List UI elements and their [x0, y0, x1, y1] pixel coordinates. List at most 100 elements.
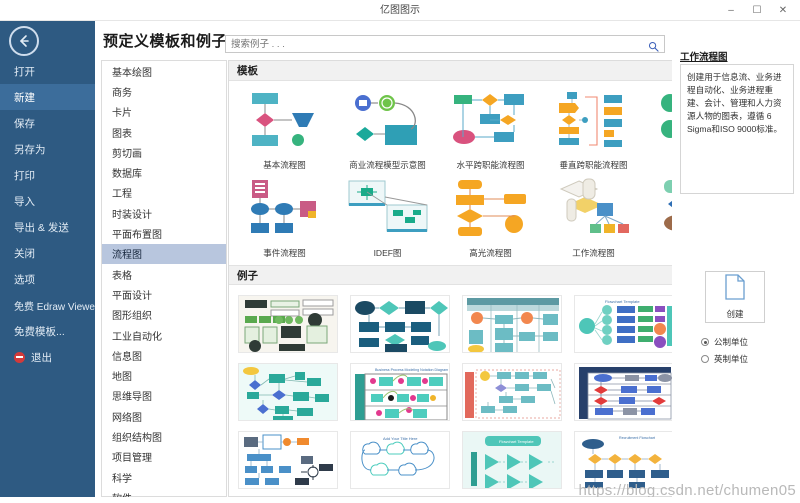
category-item-map[interactable]: 地图	[102, 365, 226, 385]
details-panel: 工作流程图 创建用于信息流、业务进程自动化、业务进程重建、会计、管理和人力资源人…	[672, 21, 800, 503]
create-button-label: 创建	[726, 308, 743, 320]
sidebar-item-free-viewer[interactable]: 免费 Edraw Viewer	[0, 292, 95, 318]
example-card[interactable]: Add Your Title Here	[348, 429, 452, 491]
template-label: 水平跨职能流程图	[456, 159, 524, 171]
sidebar-item-open[interactable]: 打开	[0, 58, 95, 84]
category-label: 卡片	[112, 104, 132, 119]
search-input[interactable]	[231, 36, 641, 52]
example-5-thumb	[238, 363, 338, 421]
category-item-org-chart[interactable]: 组织结构图	[102, 426, 226, 446]
category-label: 网络图	[112, 409, 142, 424]
category-label: 平面布置图	[112, 226, 162, 241]
template-label: 垂直跨职能流程图	[559, 159, 627, 171]
category-label: 基本绘图	[112, 64, 152, 79]
horizontal-cross-functional-thumb	[443, 87, 539, 155]
sidebar-item-save[interactable]: 保存	[0, 110, 95, 136]
category-item-project-management[interactable]: 项目管理	[102, 447, 226, 467]
sidebar-item-label: 打开	[14, 64, 35, 79]
category-item-mind-map[interactable]: 思维导图	[102, 386, 226, 406]
template-card-bpmn[interactable]: 商业流程模型示意图	[336, 87, 439, 171]
category-label: 流程图	[112, 246, 142, 261]
edraw-backstage-window: 亿图图示 – ☐ ✕ 打开 新建 保存 另存为 打印 导入 导出 & 发送 关闭…	[0, 0, 800, 503]
example-card[interactable]: Flowchart Template	[460, 429, 564, 491]
sidebar-item-import[interactable]: 导入	[0, 188, 95, 214]
sidebar-item-label: 打印	[14, 168, 35, 183]
category-item-form[interactable]: 表格	[102, 264, 226, 284]
template-card-workflow[interactable]: 工作流程图	[542, 175, 645, 259]
example-card[interactable]: Flowchart Template	[572, 293, 676, 355]
radio-imperial-units[interactable]: 英制单位	[701, 353, 748, 365]
category-label: 项目管理	[112, 449, 152, 464]
template-card-event-flowchart[interactable]: 事件流程图	[233, 175, 336, 259]
minimize-button[interactable]: –	[718, 1, 744, 20]
sidebar-item-print[interactable]: 打印	[0, 162, 95, 188]
backstage-sidebar: 打开 新建 保存 另存为 打印 导入 导出 & 发送 关闭 选项 免费 Edra…	[0, 21, 95, 503]
category-item-infographic[interactable]: 信息图	[102, 345, 226, 365]
template-label: 商业流程模型示意图	[349, 159, 426, 171]
category-item-floor-plan[interactable]: 平面布置图	[102, 223, 226, 243]
template-card-horizontal-cross-functional[interactable]: 水平跨职能流程图	[439, 87, 542, 171]
template-card-highlight-flowchart[interactable]: 高光流程图	[439, 175, 542, 259]
sidebar-item-label: 关闭	[14, 246, 35, 261]
category-label: 时装设计	[112, 206, 152, 221]
category-item-card[interactable]: 卡片	[102, 102, 226, 122]
example-1-thumb	[238, 295, 338, 353]
sidebar-item-options[interactable]: 选项	[0, 266, 95, 292]
example-card[interactable]	[236, 293, 340, 355]
example-12-thumb: Recruitment Flowchart	[574, 431, 674, 489]
sidebar-item-label: 导入	[14, 194, 35, 209]
example-card[interactable]: Recruitment Flowchart	[572, 429, 676, 491]
sidebar-item-close[interactable]: 关闭	[0, 240, 95, 266]
sidebar-item-export-send[interactable]: 导出 & 发送	[0, 214, 95, 240]
template-card-idef[interactable]: IDEF图	[336, 175, 439, 259]
template-card-basic-flowchart[interactable]: 基本流程图	[233, 87, 336, 171]
template-label: 高光流程图	[469, 247, 512, 259]
maximize-button[interactable]: ☐	[744, 1, 770, 20]
category-label: 工业自动化	[112, 328, 162, 343]
svg-text:Recruitment Flowchart: Recruitment Flowchart	[619, 436, 655, 440]
category-item-network-diagram[interactable]: 网络图	[102, 406, 226, 426]
category-label: 表格	[112, 267, 132, 282]
example-3-thumb	[462, 295, 562, 353]
search-icon[interactable]	[648, 39, 659, 57]
selected-template-title: 工作流程图	[680, 49, 728, 63]
svg-text:Business Process Modeling Nota: Business Process Modeling Notation Diagr…	[375, 368, 448, 372]
close-button[interactable]: ✕	[770, 1, 796, 20]
category-item-industrial-automation[interactable]: 工业自动化	[102, 325, 226, 345]
category-item-clipart[interactable]: 剪切画	[102, 142, 226, 162]
sidebar-item-new[interactable]: 新建	[0, 84, 95, 110]
category-item-business[interactable]: 商务	[102, 81, 226, 101]
template-card-vertical-cross-functional[interactable]: 垂直跨职能流程图	[542, 87, 645, 171]
example-card[interactable]	[236, 429, 340, 491]
example-6-thumb: Business Process Modeling Notation Diagr…	[350, 363, 450, 421]
category-item-graphic-organizer[interactable]: 图形组织	[102, 305, 226, 325]
search-box[interactable]	[225, 35, 665, 53]
new-document-icon	[724, 274, 746, 305]
category-item-database[interactable]: 数据库	[102, 162, 226, 182]
example-card[interactable]: Business Process Modeling Notation Diagr…	[348, 361, 452, 423]
category-item-graphic-design[interactable]: 平面设计	[102, 284, 226, 304]
radio-metric-units[interactable]: 公制单位	[701, 336, 748, 348]
category-item-science[interactable]: 科学	[102, 467, 226, 487]
example-card[interactable]	[236, 361, 340, 423]
sidebar-item-free-templates[interactable]: 免费模板...	[0, 318, 95, 344]
example-card[interactable]	[460, 361, 564, 423]
sidebar-item-save-as[interactable]: 另存为	[0, 136, 95, 162]
category-item-flowchart[interactable]: 流程图	[102, 244, 226, 264]
bottom-strip	[0, 497, 800, 503]
template-label: 基本流程图	[263, 159, 306, 171]
category-list[interactable]: 基本绘图 商务 卡片 图表 剪切画 数据库 工程 时装设计 平面布置图 流程图 …	[101, 60, 227, 497]
category-item-basic-drawing[interactable]: 基本绘图	[102, 61, 226, 81]
example-card[interactable]	[348, 293, 452, 355]
create-button[interactable]: 创建	[705, 271, 765, 323]
example-card[interactable]	[572, 361, 676, 423]
category-item-chart[interactable]: 图表	[102, 122, 226, 142]
example-card[interactable]	[460, 293, 564, 355]
radio-label: 公制单位	[714, 336, 748, 348]
category-label: 商务	[112, 84, 132, 99]
category-item-fashion-design[interactable]: 时装设计	[102, 203, 226, 223]
category-item-engineering[interactable]: 工程	[102, 183, 226, 203]
sidebar-item-exit[interactable]: 退出	[0, 344, 95, 370]
sidebar-item-label: 导出 & 发送	[14, 220, 69, 235]
back-arrow-icon[interactable]	[9, 26, 39, 56]
